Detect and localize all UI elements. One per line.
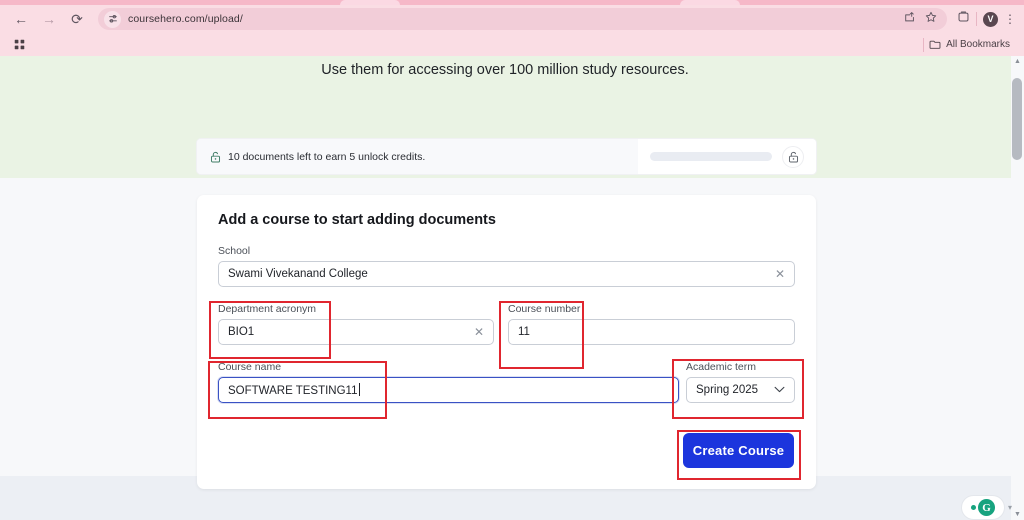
unlock-icon <box>210 151 221 163</box>
course-number-value: 11 <box>518 326 530 338</box>
extensions-icon[interactable] <box>957 10 970 28</box>
course-number-field-group: Course number 11 <box>508 303 795 345</box>
credits-progress-bar <box>650 152 772 161</box>
create-course-button[interactable]: Create Course <box>683 433 794 468</box>
back-arrow-icon[interactable]: ← <box>8 7 34 31</box>
department-acronym-field-group: Department acronym BIO1 ✕ <box>218 303 494 345</box>
forward-arrow-icon[interactable]: → <box>36 7 62 31</box>
course-name-value: SOFTWARE TESTING11 <box>228 383 360 397</box>
text-cursor <box>358 383 360 396</box>
reload-icon[interactable]: ⟳ <box>64 7 90 31</box>
grammarly-logo-icon: G <box>977 499 995 516</box>
bookmarks-bar: All Bookmarks <box>0 33 1024 56</box>
grammarly-status-dot <box>970 505 976 510</box>
unlock-badge-icon <box>782 145 804 168</box>
academic-term-field-group: Academic term Spring 2025 <box>686 361 795 403</box>
address-bar[interactable]: coursehero.com/upload/ <box>98 8 947 30</box>
promo-banner-text: Use them for accessing over 100 million … <box>321 62 689 78</box>
course-name-label: Course name <box>218 361 282 373</box>
course-name-field-group: Course name SOFTWARE TESTING11 <box>218 361 679 403</box>
department-acronym-label: Department acronym <box>218 303 317 315</box>
credits-progress-area <box>638 139 816 174</box>
department-acronym-input[interactable]: BIO1 ✕ <box>218 319 494 345</box>
grammarly-pill[interactable]: G <box>960 495 1005 520</box>
school-label: School <box>218 245 251 257</box>
school-value: Swami Vivekanand College <box>228 268 368 280</box>
chevron-down-icon[interactable] <box>774 385 785 396</box>
course-number-label: Course number <box>508 303 581 315</box>
avatar[interactable]: V <box>983 11 998 27</box>
academic-term-select[interactable]: Spring 2025 <box>686 377 795 403</box>
browser-tab[interactable] <box>340 0 400 5</box>
share-icon[interactable] <box>904 10 916 28</box>
page-scrollbar[interactable]: ▲ ▼ <box>1011 56 1024 520</box>
school-input[interactable]: Swami Vivekanand College ✕ <box>218 261 795 287</box>
url-text: coursehero.com/upload/ <box>128 13 243 25</box>
folder-icon <box>929 39 941 50</box>
add-course-card: Add a course to start adding documents S… <box>197 195 816 489</box>
tab-strip <box>0 0 1024 5</box>
credits-message-area: 10 documents left to earn 5 unlock credi… <box>197 139 638 174</box>
bookmarks-divider <box>923 37 925 52</box>
page-title: Add a course to start adding documents <box>218 212 496 228</box>
credits-text: 10 documents left to earn 5 unlock credi… <box>228 150 426 163</box>
apps-grid-icon[interactable] <box>8 39 30 50</box>
caret-down-icon[interactable]: ▾ <box>1008 503 1012 512</box>
school-field-group: School Swami Vivekanand College ✕ <box>218 245 795 287</box>
course-name-input[interactable]: SOFTWARE TESTING11 <box>218 377 679 403</box>
unlock-credits-bar: 10 documents left to earn 5 unlock credi… <box>197 139 816 174</box>
browser-window: ← → ⟳ coursehero.com/upload/ V ⋮ All Boo… <box>0 0 1024 520</box>
three-dot-menu-icon[interactable]: ⋮ <box>1004 7 1016 31</box>
scroll-up-arrow-icon[interactable]: ▲ <box>1011 56 1024 67</box>
course-number-input[interactable]: 11 <box>508 319 795 345</box>
clear-x-icon[interactable]: ✕ <box>474 325 484 339</box>
page-viewport: Use them for accessing over 100 million … <box>0 56 1024 520</box>
scrollbar-thumb[interactable] <box>1012 78 1022 160</box>
department-acronym-value: BIO1 <box>228 326 255 338</box>
browser-toolbar: ← → ⟳ coursehero.com/upload/ V ⋮ <box>0 5 1024 33</box>
toolbar-right-cluster: V ⋮ <box>949 7 1016 31</box>
site-settings-icon[interactable] <box>104 10 121 28</box>
all-bookmarks-label: All Bookmarks <box>946 39 1010 50</box>
academic-term-label: Academic term <box>686 361 757 373</box>
scroll-down-arrow-icon[interactable]: ▼ <box>1011 509 1024 520</box>
academic-term-value: Spring 2025 <box>696 384 759 396</box>
browser-tab[interactable] <box>680 0 740 5</box>
toolbar-divider <box>976 12 977 26</box>
clear-x-icon[interactable]: ✕ <box>775 267 785 281</box>
all-bookmarks-button[interactable]: All Bookmarks <box>923 37 1016 52</box>
grammarly-widget[interactable]: G ▾ <box>960 495 1012 520</box>
star-icon[interactable] <box>925 10 937 28</box>
